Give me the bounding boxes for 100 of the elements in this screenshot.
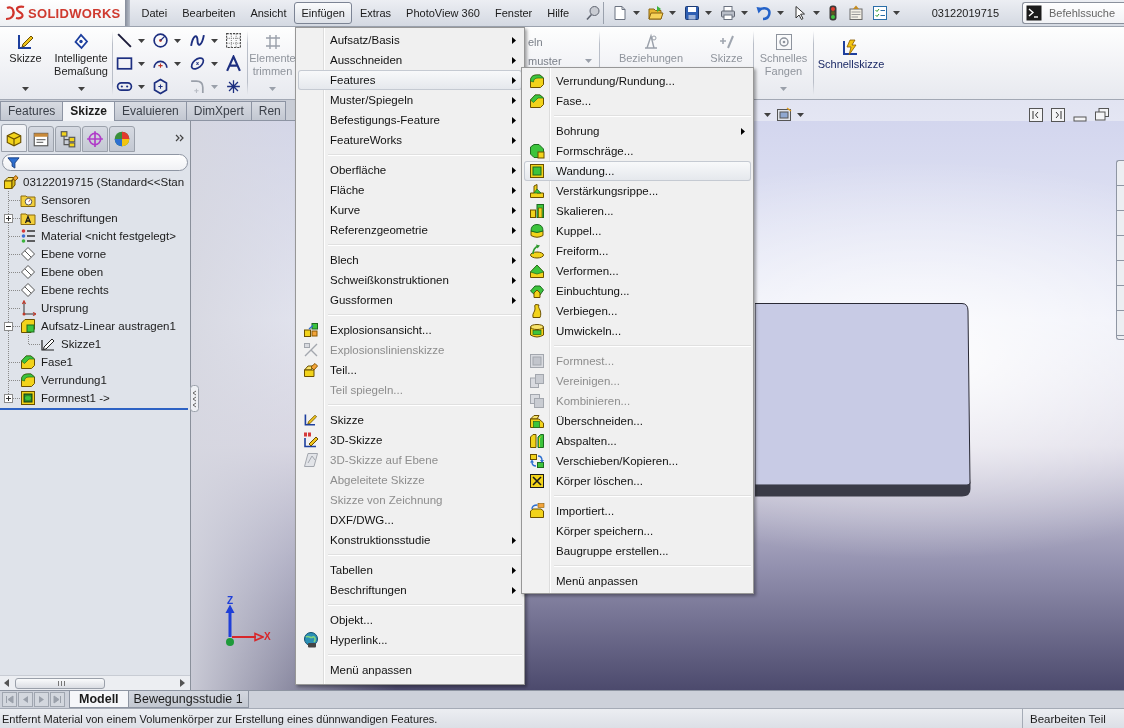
asterisk-icon[interactable] <box>225 78 242 95</box>
scroll-left-icon[interactable] <box>4 679 9 687</box>
expand-toggle-icon[interactable] <box>4 393 13 403</box>
menu-item[interactable]: Verstärkungsrippe... <box>524 181 751 201</box>
menu-item[interactable]: Beschriftungen <box>298 580 522 600</box>
circle-icon[interactable] <box>152 32 169 49</box>
split-right-icon[interactable] <box>1050 107 1066 123</box>
menu-item[interactable]: DXF/DWG... <box>298 510 522 530</box>
menu-item[interactable]: Objekt... <box>298 610 522 630</box>
caret-icon[interactable] <box>797 113 804 117</box>
ribbon-button[interactable]: Skizze <box>0 27 51 99</box>
save-icon[interactable] <box>683 5 700 21</box>
menu-item[interactable]: Verrundung/Rundung... <box>524 71 751 91</box>
double-chevron-icon[interactable] <box>175 134 185 142</box>
grid-icon[interactable] <box>225 32 242 49</box>
menu-item[interactable]: Oberfläche <box>298 160 522 180</box>
caret-icon[interactable] <box>776 11 784 15</box>
scroll-right-icon[interactable] <box>180 679 185 687</box>
caret-icon[interactable] <box>22 87 29 91</box>
menu-item[interactable]: Bearbeiten <box>174 2 243 24</box>
menu-item[interactable]: Skalieren... <box>524 201 751 221</box>
menu-item[interactable]: Hyperlink... <box>298 630 522 650</box>
ribbon-tab[interactable]: Ren <box>250 101 286 120</box>
tree-item[interactable]: Fase1 <box>41 356 73 368</box>
menu-item[interactable]: 3D-Skizze <box>298 430 522 450</box>
caret-icon[interactable] <box>138 61 145 66</box>
menu-item[interactable]: Abspalten... <box>524 431 751 451</box>
caret-icon[interactable] <box>138 84 145 89</box>
ribbon-tab[interactable]: Evaluieren <box>114 101 187 120</box>
caret-icon[interactable] <box>704 11 712 15</box>
menu-item[interactable]: Überschneiden... <box>524 411 751 431</box>
ribbon-tab[interactable]: Skizze <box>62 101 116 121</box>
traffic-light-icon[interactable] <box>827 5 838 21</box>
caret-icon[interactable] <box>211 38 218 43</box>
panel-tab[interactable] <box>109 126 135 152</box>
panel-tab[interactable] <box>55 126 81 152</box>
tree-item[interactable]: Aufsatz-Linear austragen1 <box>41 320 176 332</box>
menu-item[interactable]: Extras <box>352 2 399 24</box>
hexagon-icon[interactable] <box>152 78 169 95</box>
collapse-toggle-icon[interactable] <box>4 321 13 331</box>
menu-item[interactable]: Konstruktionsstudie <box>298 530 522 550</box>
menu-item[interactable]: Gussformen <box>298 290 522 310</box>
checklist-icon[interactable] <box>871 5 888 21</box>
restore-icon[interactable] <box>1094 107 1110 123</box>
menu-item[interactable]: Menü anpassen <box>524 571 751 591</box>
menu-item[interactable]: Menü anpassen <box>298 660 522 680</box>
tree-item[interactable]: Beschriftungen <box>41 212 118 224</box>
menu-item[interactable]: Baugruppe erstellen... <box>524 541 751 561</box>
caret-icon[interactable] <box>138 38 145 43</box>
open-folder-icon[interactable] <box>647 5 664 21</box>
menu-item[interactable]: Referenzgeometrie <box>298 220 522 240</box>
menu-item[interactable]: Ausschneiden <box>298 50 522 70</box>
ribbon-button[interactable]: Schnellskizze <box>815 27 887 89</box>
menu-item[interactable]: Muster/Spiegeln <box>298 90 522 110</box>
monitor-icon[interactable] <box>776 107 792 123</box>
menu-item[interactable]: Schweißkonstruktionen <box>298 270 522 290</box>
caret-icon[interactable] <box>740 11 748 15</box>
menu-item[interactable]: Freiform... <box>524 241 751 261</box>
caret-icon[interactable] <box>77 87 85 91</box>
expand-toggle-icon[interactable] <box>4 213 13 223</box>
menu-item[interactable]: Hilfe <box>539 2 577 24</box>
menu-item[interactable]: Umwickeln... <box>524 321 751 341</box>
caret-icon[interactable] <box>632 11 640 15</box>
menu-item[interactable]: Verbiegen... <box>524 301 751 321</box>
caret-icon[interactable] <box>764 113 771 117</box>
menu-item[interactable]: Features <box>298 70 522 90</box>
spline-icon[interactable] <box>189 32 206 49</box>
line-icon[interactable] <box>116 32 133 49</box>
menu-item[interactable]: Einbuchtung... <box>524 281 751 301</box>
menu-item[interactable]: Datei <box>134 2 175 24</box>
printer-icon[interactable] <box>719 5 736 21</box>
tree-item[interactable]: Ebene rechts <box>41 284 109 296</box>
menu-item[interactable]: Skizze <box>298 410 522 430</box>
caret-icon[interactable] <box>668 11 676 15</box>
menu-item[interactable]: Teil... <box>298 360 522 380</box>
horizontal-scrollbar[interactable] <box>0 675 190 690</box>
menu-item[interactable]: Verformen... <box>524 261 751 281</box>
tree-item[interactable]: Verrundung1 <box>41 374 107 386</box>
tree-item[interactable]: Formnest1 -> <box>41 392 110 404</box>
filter-field[interactable] <box>2 154 188 171</box>
panel-tab[interactable] <box>28 126 54 152</box>
tree-item[interactable]: Ursprung <box>41 302 89 314</box>
menu-item[interactable]: Explosionsansicht... <box>298 320 522 340</box>
new-document-icon[interactable] <box>611 5 628 21</box>
tree-item[interactable]: Ebene oben <box>41 266 104 278</box>
task-pane-tabs[interactable] <box>1116 160 1124 340</box>
tree-item[interactable]: Material <nicht festgelegt> <box>41 230 176 242</box>
model-tab[interactable]: Modell <box>69 691 129 708</box>
tree-item[interactable]: 03122019715 (Standard<<Stan <box>23 176 185 188</box>
grip-handle-icon[interactable] <box>190 385 199 412</box>
panel-tab[interactable] <box>1 124 27 152</box>
menu-item[interactable]: Fläche <box>298 180 522 200</box>
menu-item[interactable]: FeatureWorks <box>298 130 522 150</box>
menu-item[interactable]: Fenster <box>487 2 540 24</box>
undo-icon[interactable] <box>755 5 772 21</box>
menu-item[interactable]: Befestigungs-Feature <box>298 110 522 130</box>
tree-item[interactable]: Skizze1 <box>61 338 102 350</box>
caret-icon[interactable] <box>211 61 218 66</box>
menu-item[interactable]: Wandung... <box>524 161 751 181</box>
ribbon-tab[interactable]: Features <box>0 101 64 120</box>
